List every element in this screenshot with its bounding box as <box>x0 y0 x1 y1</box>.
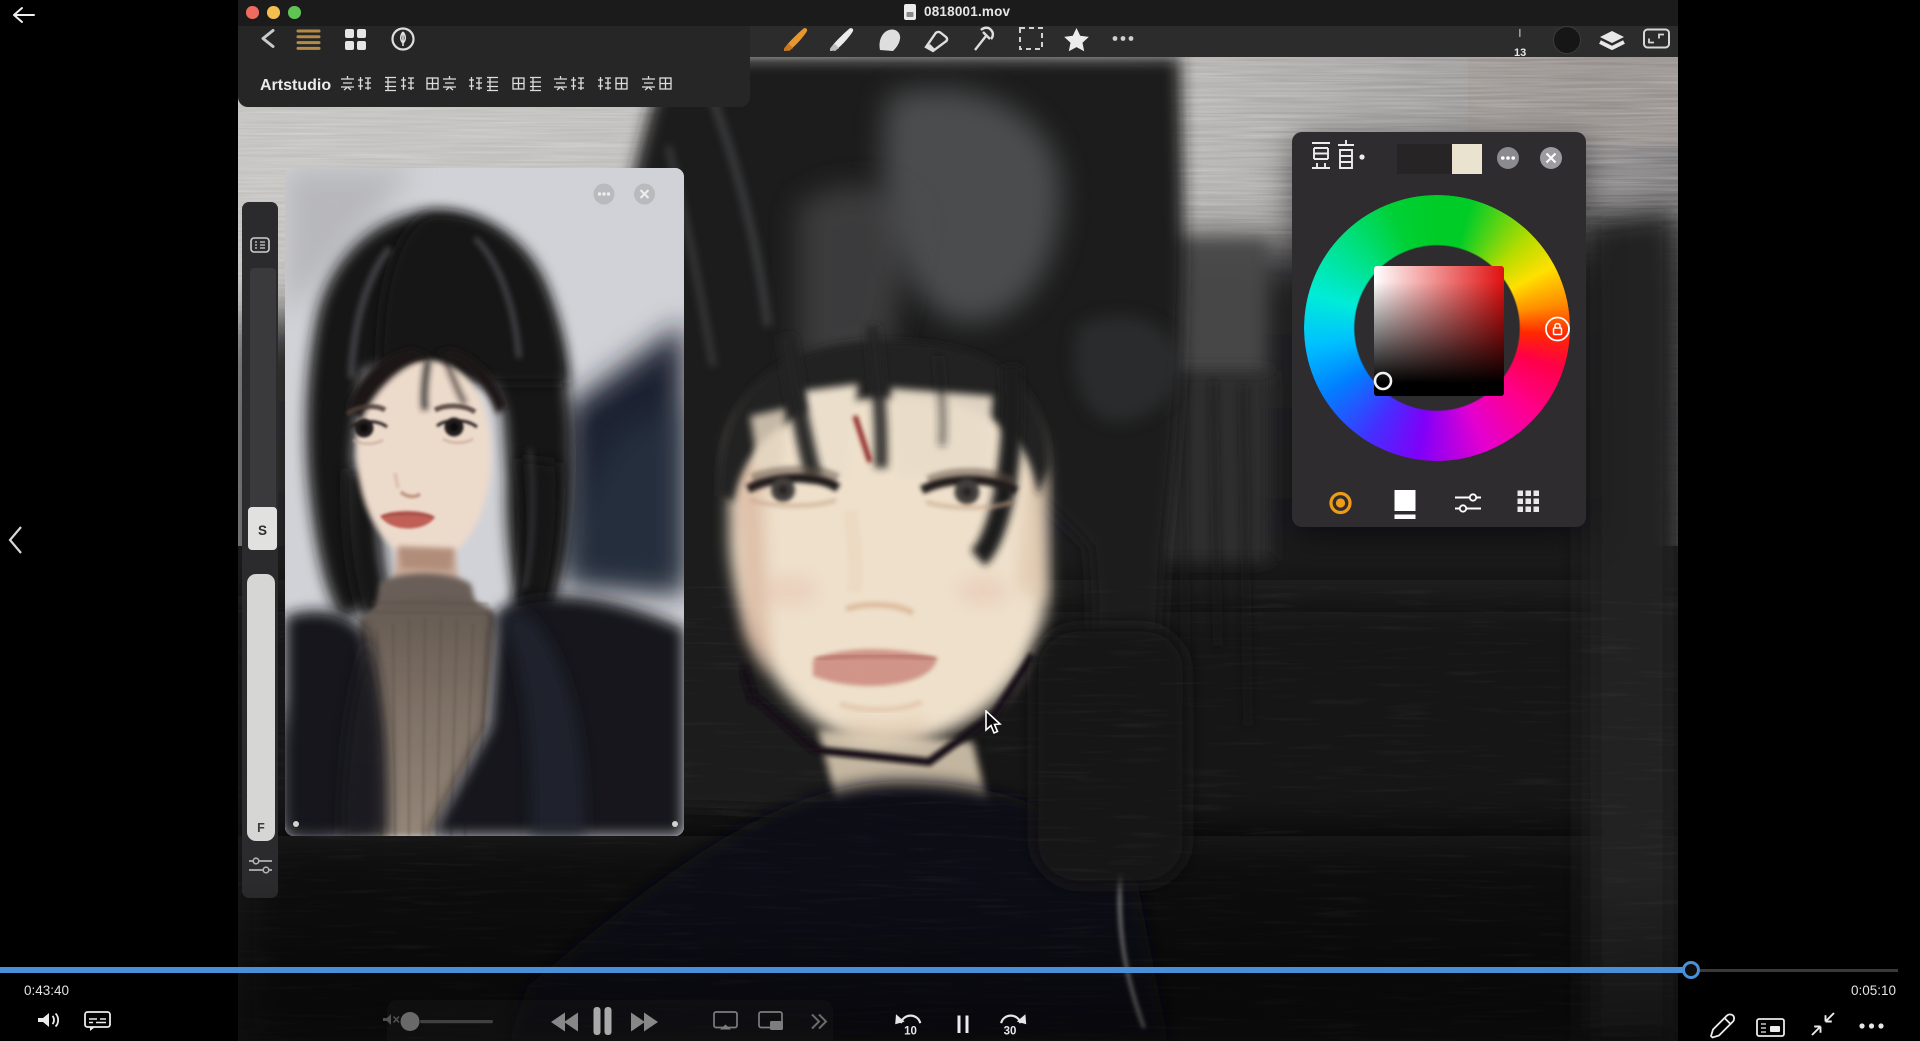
svg-text:Artstudio: Artstudio <box>260 77 331 94</box>
svg-text:10: 10 <box>904 1026 917 1038</box>
svg-text:S: S <box>258 523 267 538</box>
svg-text:30: 30 <box>1004 1026 1017 1038</box>
svg-text:F: F <box>257 821 265 835</box>
svg-text:13: 13 <box>1514 47 1526 57</box>
